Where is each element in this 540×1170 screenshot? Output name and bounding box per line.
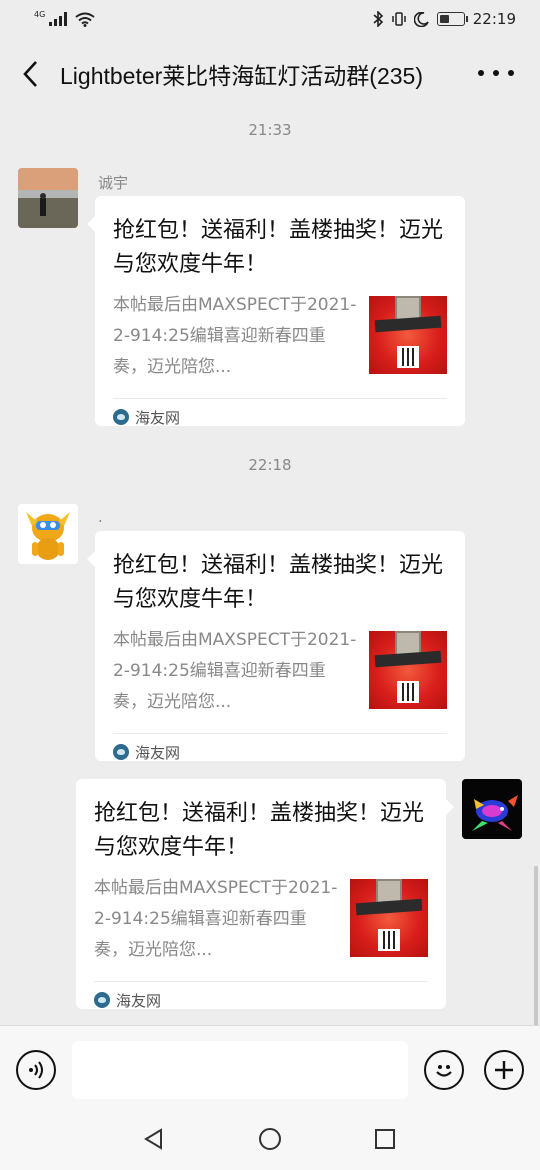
link-card[interactable]: 抢红包！送福利！盖楼抽奖！迈光与您欢度牛年！ 本帖最后由MAXSPECT于202… <box>76 779 454 1010</box>
my-avatar[interactable] <box>462 779 522 839</box>
status-bar: 4G 22:19 <box>0 0 540 38</box>
plus-icon <box>495 1061 513 1079</box>
card-description: 本帖最后由MAXSPECT于2021-2-914:25编辑喜迎新春四重奏，迈光陪… <box>113 295 357 377</box>
nav-back-button[interactable] <box>142 1127 166 1151</box>
back-button[interactable] <box>0 38 60 110</box>
source-logo-icon <box>113 409 129 425</box>
chat-title: Lightbeter莱比特海缸灯活动群(235) <box>60 63 423 89</box>
vibrate-icon <box>392 12 406 26</box>
card-source: 海友网 <box>113 734 447 770</box>
more-dot-icon <box>493 70 499 76</box>
wifi-icon <box>75 12 95 27</box>
input-bar <box>0 1025 540 1107</box>
message-list[interactable]: 21:33 诚宇 抢红包！送福利！盖楼抽奖！迈光与您欢度牛年！ 本帖最后由MAX… <box>0 110 540 1026</box>
card-source: 海友网 <box>94 982 428 1018</box>
circle-home-icon <box>259 1128 281 1150</box>
link-card[interactable]: 抢红包！送福利！盖楼抽奖！迈光与您欢度牛年！ 本帖最后由MAXSPECT于202… <box>87 531 465 762</box>
source-logo-icon <box>94 992 110 1008</box>
card-thumbnail <box>350 879 428 957</box>
timestamp: 22:18 <box>248 456 292 474</box>
square-recents-icon <box>375 1129 395 1149</box>
voice-button[interactable] <box>16 1050 56 1090</box>
card-title: 抢红包！送福利！盖楼抽奖！迈光与您欢度牛年！ <box>113 218 444 277</box>
avatar[interactable] <box>18 168 78 228</box>
triangle-back-icon <box>144 1128 162 1150</box>
scrollbar[interactable] <box>534 866 538 1026</box>
source-logo-icon <box>113 744 129 760</box>
moon-icon <box>413 11 429 27</box>
card-description: 本帖最后由MAXSPECT于2021-2-914:25编辑喜迎新春四重奏，迈光陪… <box>113 630 357 712</box>
more-dot-icon <box>508 70 514 76</box>
more-options-button[interactable] <box>478 58 514 88</box>
battery-icon <box>436 12 468 26</box>
cartoon-robot-icon <box>18 504 78 564</box>
sender-name: . <box>98 508 103 526</box>
system-nav-bar <box>0 1107 540 1170</box>
battery-fill <box>439 15 449 23</box>
bluetooth-icon <box>373 11 383 27</box>
card-thumbnail <box>369 631 447 709</box>
nav-home-button[interactable] <box>258 1127 282 1151</box>
card-description: 本帖最后由MAXSPECT于2021-2-914:25编辑喜迎新春四重奏，迈光陪… <box>94 878 338 960</box>
card-thumbnail <box>369 296 447 374</box>
source-name: 海友网 <box>135 743 181 762</box>
user-photo-icon <box>18 168 78 228</box>
source-name: 海友网 <box>116 991 162 1010</box>
neon-fish-icon <box>462 779 522 839</box>
status-right: 22:19 <box>373 10 516 28</box>
card-title: 抢红包！送福利！盖楼抽奖！迈光与您欢度牛年！ <box>113 553 444 612</box>
more-dot-icon <box>478 70 484 76</box>
sender-name: 诚宇 <box>98 174 129 192</box>
emoji-button[interactable] <box>424 1050 464 1090</box>
add-button[interactable] <box>484 1050 524 1090</box>
card-title: 抢红包！送福利！盖楼抽奖！迈光与您欢度牛年！ <box>94 801 425 860</box>
source-name: 海友网 <box>135 408 181 427</box>
signal-icon <box>49 12 68 26</box>
timestamp: 21:33 <box>248 121 292 139</box>
voice-icon <box>29 1061 43 1079</box>
nav-recents-button[interactable] <box>373 1127 397 1151</box>
message-input[interactable] <box>72 1041 408 1099</box>
emoji-icon <box>436 1065 452 1077</box>
chevron-left-icon <box>23 61 37 87</box>
chat-header: Lightbeter莱比特海缸灯活动群(235) <box>0 38 540 110</box>
network-type: 4G <box>34 9 46 19</box>
status-left: 4G <box>34 9 95 27</box>
link-card[interactable]: 抢红包！送福利！盖楼抽奖！迈光与您欢度牛年！ 本帖最后由MAXSPECT于202… <box>87 196 465 427</box>
avatar[interactable] <box>18 504 78 564</box>
card-source: 海友网 <box>113 399 447 435</box>
status-time: 22:19 <box>472 10 516 28</box>
